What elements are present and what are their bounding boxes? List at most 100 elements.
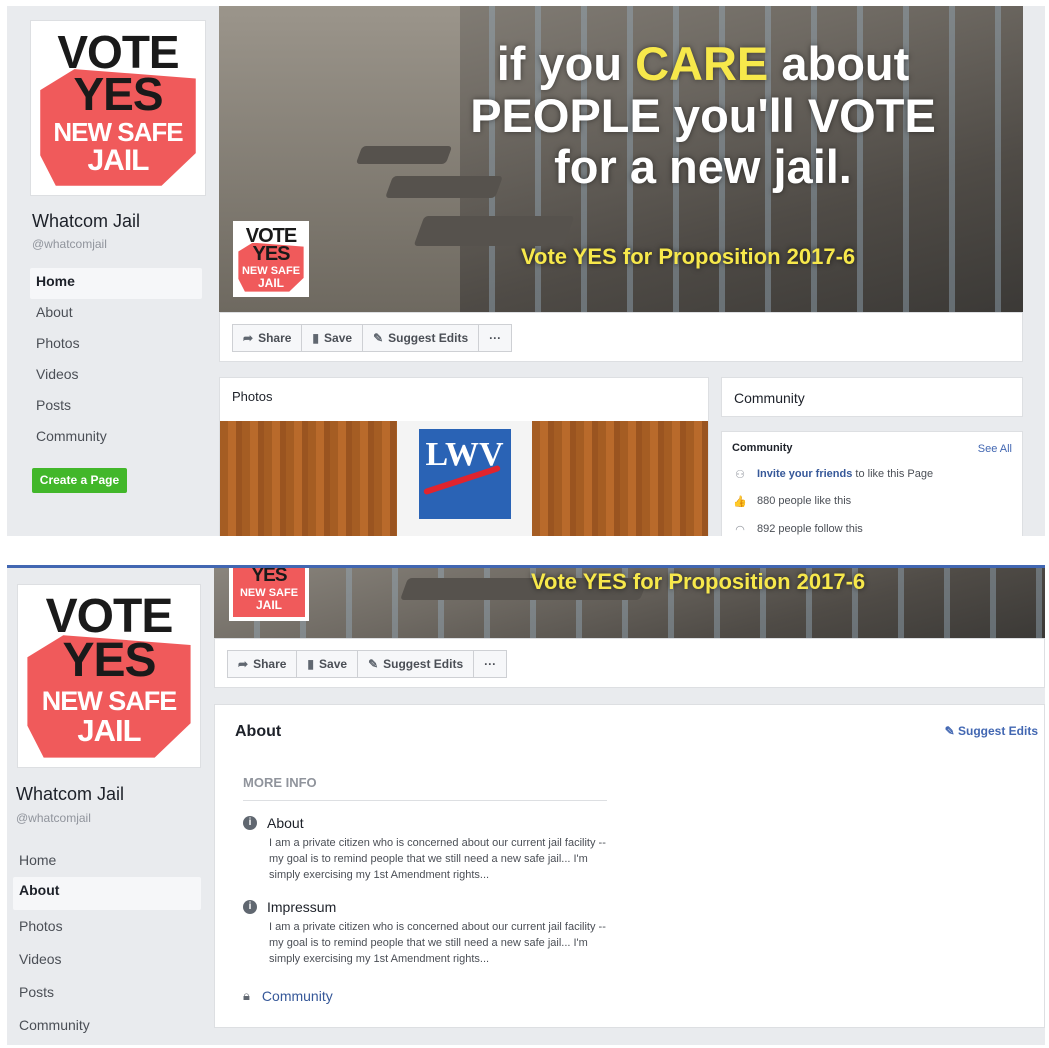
community-title: Community — [732, 442, 793, 454]
share-icon: ➦ — [238, 657, 249, 671]
rss-icon: ◠ — [735, 524, 745, 536]
left-nav: Home About Photos Videos Posts Community — [30, 268, 202, 454]
lwv-logo: LWV — [418, 429, 511, 519]
share-label: Share — [258, 331, 292, 345]
photo-thumbnail[interactable] — [531, 421, 708, 536]
impressum-label: Impressum — [267, 899, 337, 915]
bookmark-icon: ▮ — [307, 657, 315, 671]
invite-text: Invite your friends to like this Page — [757, 468, 933, 481]
cover-line1-pre: if you — [496, 37, 636, 90]
nav-posts[interactable]: Posts — [13, 976, 201, 1009]
invite-row: ⚇ Invite your friends to like this Page — [732, 468, 933, 481]
nav-posts[interactable]: Posts — [30, 392, 202, 423]
suggest-edits-button[interactable]: ✎ Suggest Edits — [357, 650, 475, 678]
community-header[interactable]: Community — [734, 390, 805, 406]
action-buttons: ➦ Share ▮ Save ✎ Suggest Edits ··· — [227, 650, 508, 678]
logo-yes-text: YES — [62, 634, 156, 687]
suggest-edits-link[interactable]: ✎ Suggest Edits — [945, 724, 1038, 738]
suggest-edits-label: Suggest Edits — [383, 657, 464, 671]
cover-headline: if you CARE about PEOPLE you'll VOTE for… — [423, 38, 983, 193]
pencil-icon: ✎ — [373, 331, 384, 345]
about-title: About — [235, 723, 282, 740]
page-handle[interactable]: @whatcomjail — [16, 811, 91, 825]
nav-home[interactable]: Home — [30, 268, 202, 299]
suggest-edits-link-label: Suggest Edits — [957, 724, 1038, 738]
share-button[interactable]: ➦ Share — [232, 324, 303, 352]
nav-community[interactable]: Community — [30, 423, 202, 454]
about-row-heading: i About — [243, 815, 304, 831]
save-label: Save — [324, 331, 353, 345]
page-home-screenshot: VOTE YES NEW SAFE JAIL Whatcom Jail @wha… — [7, 6, 1045, 536]
logo-vote-text: VOTE — [57, 26, 179, 78]
more-info-heading: MORE INFO — [243, 775, 607, 801]
profile-logo[interactable]: VOTE YES NEW SAFE JAIL — [17, 584, 201, 768]
action-bar: ➦ Share ▮ Save ✎ Suggest Edits ··· — [219, 312, 1023, 362]
logo-yes-text: YES — [251, 568, 287, 586]
cover-photo[interactable]: Vote YES for Proposition 2017-6 YES NEW … — [214, 568, 1045, 638]
share-button[interactable]: ➦ Share — [227, 650, 298, 678]
more-button[interactable]: ··· — [478, 324, 513, 352]
logo-jail-text: JAIL — [87, 144, 149, 177]
create-page-button[interactable]: Create a Page — [32, 468, 127, 493]
logo-vote-text: VOTE — [45, 590, 174, 643]
community-link-label: Community — [261, 988, 333, 1004]
lock-icon: 🔒︎ — [243, 988, 250, 1003]
thumbs-up-icon: 👍 — [733, 496, 747, 508]
see-all-link[interactable]: See All — [978, 443, 1012, 455]
photos-strip: LWV — [220, 421, 708, 536]
community-link[interactable]: 🔒︎ Community — [243, 988, 333, 1004]
impressum-text: I am a private citizen who is concerned … — [269, 921, 606, 965]
logo-new-safe-text: NEW SAFE — [53, 117, 183, 147]
page-name[interactable]: Whatcom Jail — [32, 211, 140, 232]
nav-about[interactable]: About — [13, 877, 201, 910]
photo-thumbnail[interactable] — [220, 421, 397, 536]
community-header-card: Community — [721, 377, 1023, 417]
profile-logo[interactable]: VOTE YES NEW SAFE JAIL — [30, 20, 206, 196]
save-button[interactable]: ▮ Save — [301, 324, 364, 352]
cover-line1-highlight: CARE — [635, 37, 769, 90]
cover-subtitle: Vote YES for Proposition 2017-6 — [521, 244, 856, 269]
nav-photos[interactable]: Photos — [30, 330, 202, 361]
nav-home[interactable]: Home — [13, 844, 201, 877]
photos-card: Photos LWV — [219, 377, 709, 536]
logo-new-safe-text: NEW SAFE — [241, 265, 301, 277]
cover-logo: YES NEW SAFE JAIL — [229, 568, 309, 621]
page-name[interactable]: Whatcom Jail — [16, 784, 124, 805]
invite-friends-link[interactable]: Invite your friends — [757, 468, 852, 480]
more-button[interactable]: ··· — [473, 650, 508, 678]
pencil-icon: ✎ — [368, 657, 379, 671]
nav-about[interactable]: About — [30, 299, 202, 330]
suggest-edits-button[interactable]: ✎ Suggest Edits — [362, 324, 480, 352]
cover-table — [413, 216, 575, 246]
logo-jail-text: JAIL — [255, 598, 282, 612]
likes-row: 👍 880 people like this — [732, 495, 851, 508]
save-button[interactable]: ▮ Save — [296, 650, 359, 678]
cover-line1-post: about — [768, 37, 910, 90]
cover-line2: PEOPLE you'll VOTE — [470, 88, 936, 142]
action-bar: ➦ Share ▮ Save ✎ Suggest Edits ··· — [214, 638, 1045, 688]
about-label: About — [267, 815, 304, 831]
save-label: Save — [319, 657, 348, 671]
action-buttons: ➦ Share ▮ Save ✎ Suggest Edits ··· — [232, 324, 513, 352]
page-handle[interactable]: @whatcomjail — [32, 237, 107, 251]
cover-line3: for a new jail. — [554, 140, 852, 194]
photos-title[interactable]: Photos — [232, 389, 272, 404]
about-text: I am a private citizen who is concerned … — [269, 837, 606, 881]
suggest-edits-label: Suggest Edits — [388, 331, 469, 345]
nav-community[interactable]: Community — [13, 1009, 201, 1042]
likes-count: 880 people like this — [757, 495, 852, 507]
nav-videos[interactable]: Videos — [13, 943, 201, 976]
community-card: Community See All ⚇ Invite your friends … — [721, 431, 1023, 536]
cover-logo: VOTE YES NEW SAFE JAIL — [233, 221, 309, 297]
invite-rest: to like this Page — [852, 468, 934, 480]
logo-new-safe-text: NEW SAFE — [239, 587, 299, 599]
cover-photo[interactable]: if you CARE about PEOPLE you'll VOTE for… — [219, 6, 1023, 312]
photo-thumbnail[interactable]: LWV — [396, 421, 532, 536]
info-icon: i — [243, 900, 257, 914]
nav-photos[interactable]: Photos — [13, 910, 201, 943]
logo-jail-text: JAIL — [257, 276, 284, 290]
follows-row: ◠ 892 people follow this — [732, 523, 863, 536]
logo-yes-text: YES — [73, 68, 163, 120]
nav-videos[interactable]: Videos — [30, 361, 202, 392]
impressum-row-heading: i Impressum — [243, 899, 336, 915]
